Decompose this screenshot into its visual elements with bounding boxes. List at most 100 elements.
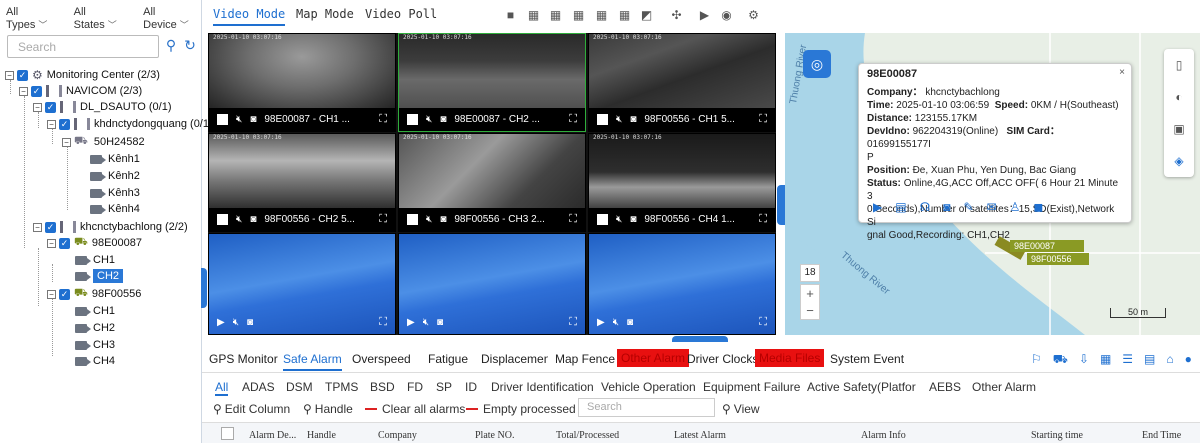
- fullscreen-icon[interactable]: ⛶: [569, 316, 577, 329]
- mute-icon[interactable]: 🔇︎: [236, 214, 242, 225]
- types-filter[interactable]: All Types ﹀: [6, 6, 60, 31]
- subtab-driver-identification[interactable]: Driver Identification: [491, 380, 594, 394]
- col-handle[interactable]: Handle: [307, 430, 336, 441]
- subtab-other-alarm[interactable]: Other Alarm: [972, 380, 1036, 394]
- settings-gear-icon[interactable]: ⚙: [747, 9, 760, 22]
- channel-kenh4[interactable]: Kênh4: [90, 201, 140, 217]
- layout-6-icon[interactable]: ▦: [549, 9, 562, 22]
- vehicle-label-98f00556[interactable]: 98F00556: [1027, 253, 1089, 265]
- play-icon[interactable]: ▶: [597, 317, 605, 328]
- refresh-icon[interactable]: ↻: [181, 37, 199, 55]
- snapshot-icon[interactable]: ◙: [247, 317, 253, 328]
- tab-media-files[interactable]: Media Files: [755, 349, 825, 367]
- tab-driver-clocks[interactable]: Driver Clocks: [687, 352, 758, 366]
- record-icon[interactable]: ◉: [720, 9, 733, 22]
- tree-node-50h24582[interactable]: − ⛟ 50H24582: [62, 134, 145, 150]
- record-icon[interactable]: ◼: [1033, 200, 1043, 214]
- channel-ch2[interactable]: CH2: [75, 320, 115, 336]
- subtab-vehicle-operation[interactable]: Vehicle Operation: [601, 380, 696, 394]
- subtab-aebs[interactable]: AEBS: [929, 380, 961, 394]
- ptz-icon[interactable]: ✣: [670, 9, 683, 22]
- document-icon[interactable]: ▤: [895, 200, 906, 214]
- mute-icon[interactable]: 🔇︎: [426, 214, 432, 225]
- tab-displacement[interactable]: Displacement: [481, 352, 548, 366]
- mute-icon[interactable]: 🔇︎: [236, 114, 242, 125]
- layers-icon[interactable]: ▣: [1164, 113, 1194, 145]
- tab-overspeed[interactable]: Overspeed: [352, 352, 411, 366]
- col-starting-time[interactable]: Starting time: [1031, 430, 1083, 441]
- snapshot-icon[interactable]: ◙: [627, 317, 633, 328]
- video-cell-4[interactable]: 2025-01-10 03:07:16 🔇︎ ◙ 98F00556 - CH2 5.…: [208, 133, 396, 232]
- snapshot-icon[interactable]: ◙: [437, 317, 443, 328]
- map-splitter-handle[interactable]: [777, 185, 785, 225]
- vehicle-filter-icon[interactable]: ⛟: [1053, 352, 1068, 368]
- col-total-processed[interactable]: Total/Processed: [556, 430, 619, 441]
- col-alarm-info[interactable]: Alarm Info: [861, 430, 906, 441]
- user-icon[interactable]: ♙: [1010, 200, 1021, 214]
- calendar-icon[interactable]: ▦: [1100, 352, 1111, 368]
- wrench-icon[interactable]: ✎: [964, 200, 974, 214]
- tree-node-dl[interactable]: − ✓ DL_DSAUTO (0/1): [33, 99, 172, 115]
- mute-icon[interactable]: 🔇︎: [616, 114, 622, 125]
- channel-kenh2[interactable]: Kênh2: [90, 168, 140, 184]
- channel-ch1[interactable]: CH1: [75, 252, 115, 268]
- channel-kenh1[interactable]: Kênh1: [90, 151, 140, 167]
- mute-icon[interactable]: 🔇︎: [423, 317, 429, 328]
- grid-icon[interactable]: ▤: [1144, 352, 1155, 368]
- video-icon[interactable]: ▶: [873, 200, 882, 214]
- subtab-equipment-failure[interactable]: Equipment Failure: [703, 380, 800, 394]
- left-splitter-handle[interactable]: [201, 268, 207, 308]
- subtab-dsm[interactable]: DSM: [286, 380, 313, 394]
- tab-map-mode[interactable]: Map Mode: [296, 7, 354, 21]
- edit-column-button[interactable]: ⚲ Edit Column: [213, 402, 290, 416]
- fullscreen-icon[interactable]: ⛶: [759, 316, 767, 329]
- stop-icon[interactable]: [407, 114, 418, 125]
- tab-fatigue[interactable]: Fatigue: [428, 352, 468, 366]
- collapse-icon[interactable]: ●: [1185, 352, 1192, 368]
- layout-8-icon[interactable]: ▦: [572, 9, 585, 22]
- stop-icon[interactable]: [217, 214, 228, 225]
- clear-alarms-button[interactable]: Clear all alarms: [365, 402, 465, 416]
- video-cell-2[interactable]: 2025-01-10 03:07:16 🔇︎ ◙ 98E00087 - CH2 ..…: [398, 33, 586, 132]
- locate-button[interactable]: ◎: [803, 50, 831, 78]
- tab-video-mode[interactable]: Video Mode: [213, 7, 286, 26]
- tab-safe-alarm[interactable]: Safe Alarm: [283, 352, 342, 371]
- traffic-icon[interactable]: ▯: [1164, 49, 1194, 81]
- tree-node-khd[interactable]: − ✓ khdnctydongquang (0/1): [47, 116, 213, 132]
- subtab-sp[interactable]: SP: [436, 380, 452, 394]
- fullscreen-icon[interactable]: ⛶: [759, 213, 767, 226]
- col-company[interactable]: Company: [378, 430, 417, 441]
- zoom-out-button[interactable]: −: [801, 302, 819, 319]
- play-icon[interactable]: ▶: [407, 317, 415, 328]
- fullscreen-icon[interactable]: ⛶: [379, 316, 387, 329]
- video-cell-6[interactable]: 2025-01-10 03:07:16 🔇︎ ◙ 98F00556 - CH4 1.…: [588, 133, 776, 232]
- satellite-icon[interactable]: ◐: [1164, 81, 1194, 113]
- tree-node-98f00556[interactable]: − ✓ ⛟ 98F00556: [47, 286, 141, 302]
- col-latest-alarm[interactable]: Latest Alarm: [674, 430, 726, 441]
- alarm-search-input[interactable]: Search: [578, 398, 715, 417]
- video-cell-1[interactable]: 2025-01-10 03:07:16 🔇︎ ◙ 98E00087 - CH1 ..…: [208, 33, 396, 132]
- layout-9-icon[interactable]: ▦: [595, 9, 608, 22]
- select-all-checkbox[interactable]: [221, 427, 234, 440]
- search-icon[interactable]: ⚲: [162, 37, 180, 55]
- channel-ch3[interactable]: CH3: [75, 337, 115, 353]
- stop-icon[interactable]: [597, 214, 608, 225]
- alarm-settings-icon[interactable]: ⚐: [1031, 352, 1042, 368]
- states-filter[interactable]: All States ﹀: [74, 6, 130, 31]
- channel-ch2-selected[interactable]: CH2: [75, 268, 124, 284]
- tab-system-event[interactable]: System Event: [830, 352, 904, 366]
- video-cell-7-empty[interactable]: ▶ 🔇︎ ◙ ⛶: [208, 233, 396, 335]
- mute-icon[interactable]: 🔇︎: [233, 317, 239, 328]
- snapshot-icon[interactable]: ◙: [250, 214, 256, 225]
- snapshot-icon[interactable]: ◙: [440, 114, 446, 125]
- device-filter[interactable]: All Device ﹀: [143, 6, 201, 31]
- fullscreen-icon[interactable]: ⛶: [569, 213, 577, 226]
- channel-ch4[interactable]: CH4: [75, 353, 115, 369]
- stop-icon[interactable]: [597, 114, 608, 125]
- empty-processed-button[interactable]: Empty processed: [466, 402, 576, 416]
- video-cell-9-empty[interactable]: ▶ 🔇︎ ◙ ⛶: [588, 233, 776, 335]
- subtab-fd[interactable]: FD: [407, 380, 423, 394]
- message-icon[interactable]: ✉: [987, 200, 997, 214]
- snapshot-icon[interactable]: ◙: [630, 114, 636, 125]
- subtab-all[interactable]: All: [215, 380, 229, 396]
